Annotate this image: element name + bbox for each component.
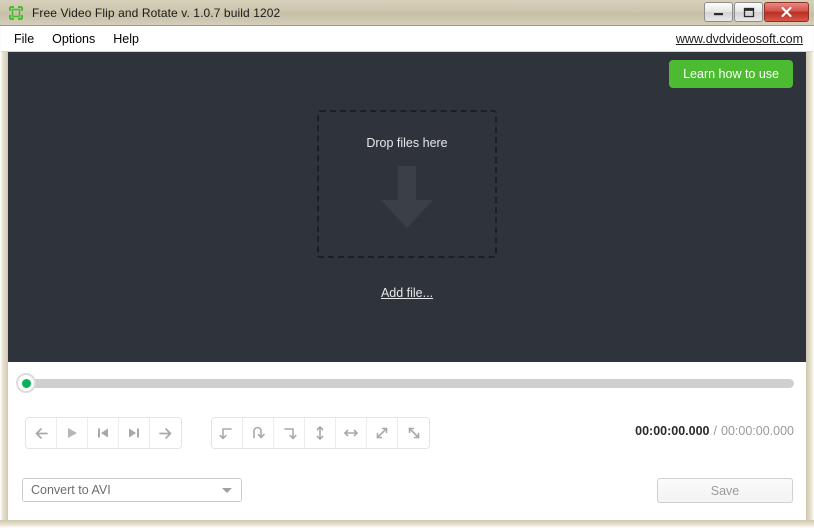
window-frame-bottom-edge [0, 520, 814, 528]
window-title: Free Video Flip and Rotate v. 1.0.7 buil… [32, 5, 281, 20]
minimize-button[interactable] [704, 2, 733, 22]
window-controls [704, 2, 809, 22]
bottom-bar: Convert to AVI Save [8, 464, 806, 520]
previous-frame-button[interactable] [88, 418, 119, 448]
time-separator: / [713, 424, 717, 438]
preview-panel: Learn how to use Drop files here Add fil… [8, 52, 806, 362]
dropzone-label: Drop files here [366, 136, 448, 150]
flip-diagonal-up-button[interactable] [367, 418, 398, 448]
website-link[interactable]: www.dvdvideosoft.com [676, 32, 803, 46]
rotate-180-button[interactable] [243, 418, 274, 448]
window-frame-right-edge [806, 0, 814, 528]
rotate-right-button[interactable] [274, 418, 305, 448]
maximize-button[interactable] [734, 2, 763, 22]
close-button[interactable] [764, 2, 809, 22]
menu-bar: File Options Help www.dvdvideosoft.com [1, 26, 813, 52]
transform-button-group [211, 417, 430, 449]
controls-area: 00:00:00.000/00:00:00.000 [8, 402, 806, 464]
save-button[interactable]: Save [657, 478, 793, 503]
dropzone-container: Drop files here Add file... [8, 52, 806, 362]
play-button[interactable] [57, 418, 88, 448]
total-time: 00:00:00.000 [721, 424, 794, 438]
menu-item-help[interactable]: Help [104, 29, 148, 49]
seek-bar-row [8, 362, 806, 402]
time-display: 00:00:00.000/00:00:00.000 [635, 424, 794, 438]
output-format-select[interactable]: Convert to AVI [22, 478, 242, 502]
chevron-down-icon [222, 487, 232, 493]
crop-frame-icon [8, 5, 24, 21]
next-frame-button[interactable] [119, 418, 150, 448]
flip-diagonal-down-button[interactable] [398, 418, 429, 448]
flip-horizontal-button[interactable] [336, 418, 367, 448]
title-bar[interactable]: Free Video Flip and Rotate v. 1.0.7 buil… [0, 0, 814, 26]
add-file-link[interactable]: Add file... [381, 286, 433, 300]
step-forward-button[interactable] [150, 418, 181, 448]
step-back-button[interactable] [26, 418, 57, 448]
menu-item-options[interactable]: Options [43, 29, 104, 49]
seek-thumb[interactable] [16, 373, 36, 393]
window-frame-left-edge [0, 0, 8, 528]
flip-vertical-button[interactable] [305, 418, 336, 448]
current-time: 00:00:00.000 [635, 424, 710, 438]
menu-item-file[interactable]: File [5, 29, 43, 49]
file-dropzone[interactable]: Drop files here [317, 110, 497, 258]
rotate-left-button[interactable] [212, 418, 243, 448]
application-window: Free Video Flip and Rotate v. 1.0.7 buil… [0, 0, 814, 528]
seek-track[interactable] [22, 379, 794, 388]
output-format-value: Convert to AVI [31, 483, 111, 497]
down-arrow-icon [377, 164, 437, 235]
playback-button-group [25, 417, 182, 449]
